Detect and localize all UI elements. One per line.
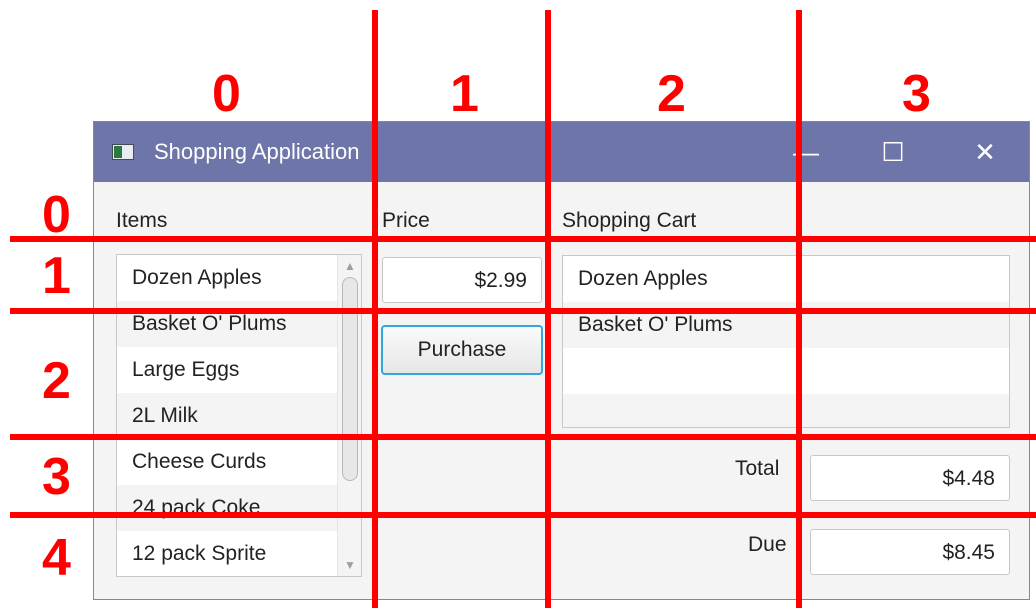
scroll-up-icon[interactable]: ▲ [343, 259, 357, 273]
row-index-1: 1 [42, 247, 71, 305]
total-field[interactable]: $4.48 [810, 455, 1010, 501]
grid-line-horizontal-2 [10, 308, 1036, 314]
shopping-application-window: Shopping Application — ☐ ✕ Items Price S… [93, 121, 1030, 600]
list-item[interactable]: Cheese Curds [117, 439, 339, 485]
row-index-4: 4 [42, 529, 71, 587]
column-index-3: 3 [902, 65, 931, 123]
shopping-cart-label: Shopping Cart [562, 209, 697, 232]
list-item[interactable]: Dozen Apples [563, 256, 1009, 302]
window-title: Shopping Application [154, 139, 360, 164]
grid-line-horizontal-4 [10, 512, 1036, 518]
price-label: Price [382, 209, 430, 232]
column-index-0: 0 [212, 65, 241, 123]
empty-list-row [563, 348, 1009, 394]
due-label: Due [748, 533, 787, 556]
app-window-icon [112, 144, 134, 160]
list-item[interactable]: 2L Milk [117, 393, 339, 439]
maximize-button[interactable]: ☐ [871, 130, 915, 174]
list-item[interactable]: 24 pack Coke [117, 485, 339, 531]
column-index-1: 1 [450, 65, 479, 123]
purchase-button[interactable]: Purchase [381, 325, 543, 375]
items-label: Items [116, 209, 168, 232]
minimize-button[interactable]: — [784, 130, 828, 174]
list-item[interactable]: Large Eggs [117, 347, 339, 393]
items-list[interactable]: Dozen Apples Basket O' Plums Large Eggs … [116, 254, 362, 577]
scroll-down-icon[interactable]: ▼ [343, 558, 357, 572]
list-item[interactable]: Dozen Apples [117, 255, 339, 301]
window-titlebar[interactable]: Shopping Application — ☐ ✕ [94, 122, 1029, 182]
shopping-cart-list[interactable]: Dozen Apples Basket O' Plums [562, 255, 1010, 428]
row-index-0: 0 [42, 186, 71, 244]
close-button[interactable]: ✕ [963, 130, 1007, 174]
items-list-scrollbar[interactable]: ▲ ▼ [337, 255, 361, 576]
column-index-2: 2 [657, 65, 686, 123]
total-label: Total [735, 457, 780, 480]
row-index-2: 2 [42, 352, 71, 410]
grid-line-horizontal-1 [10, 236, 1036, 242]
due-field[interactable]: $8.45 [810, 529, 1010, 575]
price-field[interactable]: $2.99 [382, 257, 542, 303]
grid-line-horizontal-3 [10, 434, 1036, 440]
list-item[interactable]: 12 pack Sprite [117, 531, 339, 576]
row-index-3: 3 [42, 448, 71, 506]
empty-list-row [563, 394, 1009, 427]
